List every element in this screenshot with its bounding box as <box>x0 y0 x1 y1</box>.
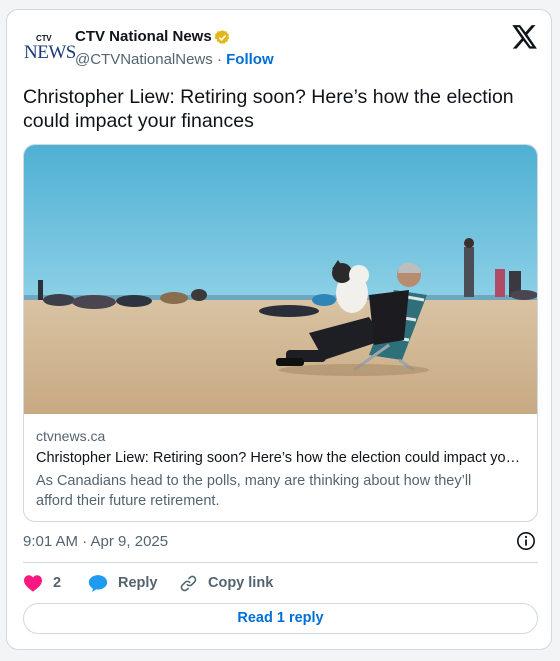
post-timestamp[interactable]: 9:01 AM · Apr 9, 2025 <box>23 533 168 550</box>
info-icon[interactable] <box>516 531 536 551</box>
link-description: As Canadians head to the polls, many are… <box>36 473 472 509</box>
link-domain: ctvnews.ca <box>36 428 106 444</box>
like-count: 2 <box>53 575 62 591</box>
like-button[interactable]: 2 <box>23 572 61 594</box>
follow-link[interactable]: Follow <box>226 51 274 68</box>
x-logo-icon[interactable] <box>512 25 538 49</box>
link-title: Christopher Liew: Retiring soon? Here’s … <box>36 450 526 466</box>
heart-icon <box>24 575 42 592</box>
author-display-name[interactable]: CTV National News <box>75 28 212 45</box>
news-logo-text: NEWS <box>24 42 76 63</box>
actions-divider <box>23 562 538 563</box>
embedded-post-card: CTV NEWS CTV National News @CTVNationalN… <box>6 9 552 650</box>
handle-separator: · <box>216 51 222 68</box>
verified-gold-badge-icon <box>214 30 230 44</box>
copy-link-label: Copy link <box>208 575 274 591</box>
link-preview-card[interactable]: ctvnews.ca Christopher Liew: Retiring so… <box>23 144 538 522</box>
author-handle-row: @CTVNationalNews · Follow <box>75 51 274 68</box>
copy-link-button[interactable]: Copy link <box>179 572 273 594</box>
reply-bubble-icon <box>88 574 108 592</box>
beach-photo-image <box>24 145 537 414</box>
post-text: Christopher Liew: Retiring soon? Here’s … <box>23 86 514 132</box>
link-icon <box>180 575 197 591</box>
read-replies-button[interactable]: Read 1 reply <box>23 603 538 634</box>
ctv-news-logo[interactable]: CTV NEWS <box>24 32 76 72</box>
author-handle[interactable]: @CTVNationalNews <box>75 51 213 68</box>
reply-button[interactable]: Reply <box>88 572 158 594</box>
reply-label: Reply <box>118 575 158 591</box>
